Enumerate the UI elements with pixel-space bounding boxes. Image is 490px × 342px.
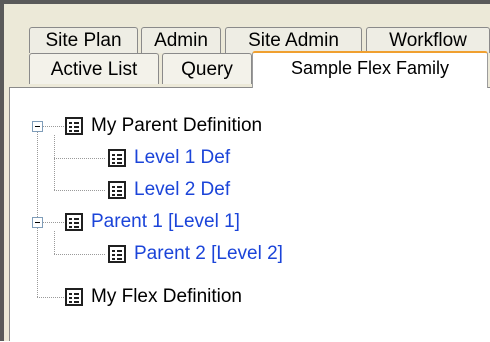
- collapse-toggle-my-parent-definition[interactable]: [32, 121, 43, 132]
- window-border-left: [0, 0, 4, 341]
- form-definition-icon: [65, 117, 83, 135]
- tab-workflow[interactable]: Workflow: [366, 27, 490, 53]
- tree-node-label: My Flex Definition: [91, 286, 242, 307]
- tree-node-label: Parent 1 [Level 1]: [91, 211, 240, 232]
- tab-query[interactable]: Query: [162, 53, 252, 84]
- tree-node-label: My Parent Definition: [91, 115, 263, 136]
- tree-node-label: Parent 2 [Level 2]: [134, 243, 283, 264]
- tab-sample-flex-family[interactable]: Sample Flex Family: [252, 51, 488, 88]
- tree-node-parent-1[interactable]: Parent 1 [Level 1]: [65, 210, 240, 234]
- collapse-toggle-parent-1[interactable]: [32, 217, 43, 228]
- form-definition-icon: [65, 288, 83, 306]
- window-border-top: [0, 0, 490, 4]
- form-definition-icon: [108, 245, 126, 263]
- tree-node-level-1-def[interactable]: Level 1 Def: [108, 146, 230, 170]
- tree-node-label: Level 2 Def: [134, 179, 231, 200]
- tree-node-label: Level 1 Def: [134, 147, 231, 168]
- tab-site-plan[interactable]: Site Plan: [29, 27, 138, 53]
- window-frame: Site Plan Admin Site Admin Workflow Acti…: [0, 0, 490, 341]
- form-definition-icon: [108, 149, 126, 167]
- form-definition-icon: [65, 213, 83, 231]
- tree-node-level-2-def[interactable]: Level 2 Def: [108, 178, 230, 202]
- tree-node-my-parent-definition[interactable]: My Parent Definition: [65, 114, 262, 138]
- tab-site-admin[interactable]: Site Admin: [225, 27, 362, 53]
- tree-node-parent-2[interactable]: Parent 2 [Level 2]: [108, 242, 283, 266]
- tree-panel: My Parent Definition Level 1 Def Level 2…: [9, 87, 490, 341]
- tab-active-list[interactable]: Active List: [29, 53, 159, 84]
- tree-node-my-flex-definition[interactable]: My Flex Definition: [65, 285, 242, 309]
- form-definition-icon: [108, 181, 126, 199]
- tab-admin[interactable]: Admin: [141, 27, 221, 53]
